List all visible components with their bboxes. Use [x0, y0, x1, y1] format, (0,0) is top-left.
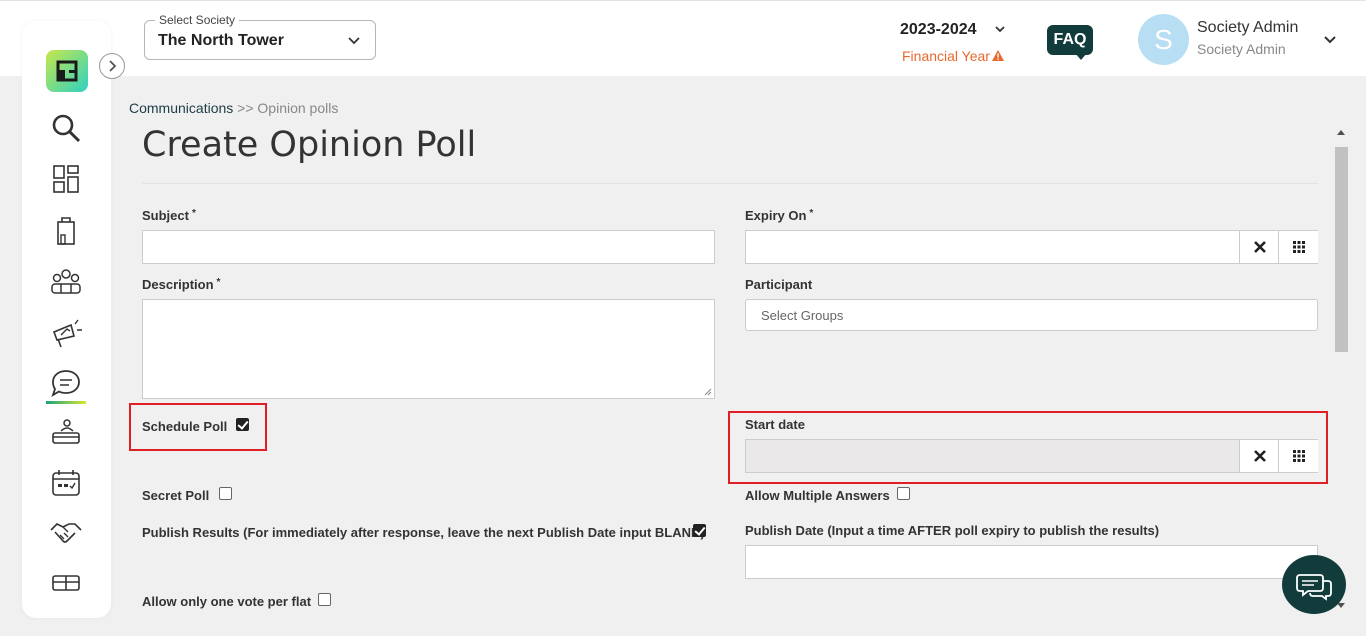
scroll-up-arrow-icon[interactable]	[1336, 128, 1346, 136]
user-menu-chevron-icon[interactable]	[1322, 33, 1338, 47]
warning-icon	[992, 50, 1004, 61]
chevron-right-icon	[109, 60, 117, 72]
financial-year-selector[interactable]: 2023-2024 Financial Year	[900, 21, 1012, 64]
title-divider	[142, 183, 1318, 184]
subject-label: Subject *	[142, 208, 196, 223]
clear-expiry-button[interactable]	[1239, 231, 1279, 263]
breadcrumb: Communications >> Opinion polls	[129, 100, 338, 116]
allow-multiple-answers-checkbox[interactable]	[897, 487, 910, 500]
financial-year-value: 2023-2024	[900, 21, 977, 38]
active-nav-indicator	[46, 401, 86, 404]
members-icon[interactable]	[49, 265, 83, 299]
clear-start-date-button[interactable]	[1239, 440, 1279, 472]
chat-bubbles-icon	[1296, 574, 1332, 601]
start-date-label: Start date	[745, 417, 805, 432]
schedule-poll-checkbox[interactable]	[236, 418, 249, 431]
scrollbar-thumb[interactable]	[1335, 147, 1348, 352]
faq-bubble-tail	[1075, 53, 1087, 60]
publish-date-input[interactable]	[745, 545, 1318, 579]
sidebar	[22, 21, 111, 618]
description-textarea[interactable]	[142, 299, 715, 399]
chat-support-button[interactable]	[1282, 555, 1346, 614]
resize-handle-icon[interactable]	[704, 388, 712, 396]
one-vote-per-flat-label: Allow only one vote per flat	[142, 594, 312, 609]
publish-date-label: Publish Date (Input a time AFTER poll ex…	[745, 523, 1160, 538]
secret-poll-label: Secret Poll	[142, 488, 210, 503]
app-logo[interactable]	[46, 50, 88, 92]
partners-icon[interactable]	[49, 516, 83, 550]
top-header: Select Society The North Tower 2023-2024…	[0, 0, 1366, 76]
schedule-poll-label: Schedule Poll	[142, 419, 228, 434]
subject-input[interactable]	[142, 230, 715, 264]
dashboard-icon[interactable]	[49, 162, 83, 196]
calendar-icon[interactable]	[49, 466, 83, 500]
society-select[interactable]: Select Society The North Tower	[144, 13, 376, 60]
avatar[interactable]: S	[1138, 14, 1189, 65]
society-select-value: The North Tower	[158, 32, 284, 49]
communications-icon[interactable]	[49, 367, 83, 401]
user-name: Society Admin	[1197, 19, 1299, 36]
close-icon	[1254, 450, 1266, 462]
grid-calendar-icon	[1293, 450, 1305, 462]
expiry-calendar-button[interactable]	[1278, 231, 1318, 263]
publish-results-label: Publish Results (For immediately after r…	[142, 525, 705, 540]
chevron-down-icon	[995, 26, 1005, 33]
announcement-icon[interactable]	[49, 316, 83, 350]
society-select-legend: Select Society	[155, 13, 240, 27]
grid-calendar-icon	[1293, 241, 1305, 253]
start-date-input[interactable]	[745, 439, 1318, 473]
close-icon	[1254, 241, 1266, 253]
breadcrumb-separator: >>	[237, 100, 254, 116]
expiry-on-label: Expiry On *	[745, 208, 814, 223]
expiry-on-input[interactable]	[745, 230, 1318, 264]
publish-results-checkbox[interactable]	[693, 524, 706, 537]
participant-select[interactable]: Select Groups	[745, 299, 1318, 331]
logo-mark-icon	[56, 60, 78, 82]
description-label: Description *	[142, 277, 221, 292]
user-role: Society Admin	[1197, 41, 1286, 57]
building-icon[interactable]	[49, 214, 83, 248]
financial-year-label: Financial Year	[902, 48, 990, 64]
chevron-down-icon	[348, 37, 360, 45]
page-title: Create Opinion Poll	[142, 125, 477, 165]
one-vote-per-flat-checkbox[interactable]	[318, 593, 331, 606]
participant-label: Participant	[745, 277, 813, 292]
secret-poll-checkbox[interactable]	[219, 487, 232, 500]
allow-multiple-answers-label: Allow Multiple Answers	[745, 488, 890, 503]
helpdesk-icon[interactable]	[49, 417, 83, 451]
sidebar-toggle-button[interactable]	[99, 53, 125, 79]
breadcrumb-link-communications[interactable]: Communications	[129, 100, 233, 116]
breadcrumb-current: Opinion polls	[257, 100, 339, 116]
participant-placeholder: Select Groups	[761, 308, 844, 323]
search-icon[interactable]	[49, 111, 83, 145]
faq-button[interactable]: FAQ	[1047, 25, 1093, 55]
start-date-calendar-button[interactable]	[1278, 440, 1318, 472]
inventory-icon[interactable]	[49, 566, 83, 600]
